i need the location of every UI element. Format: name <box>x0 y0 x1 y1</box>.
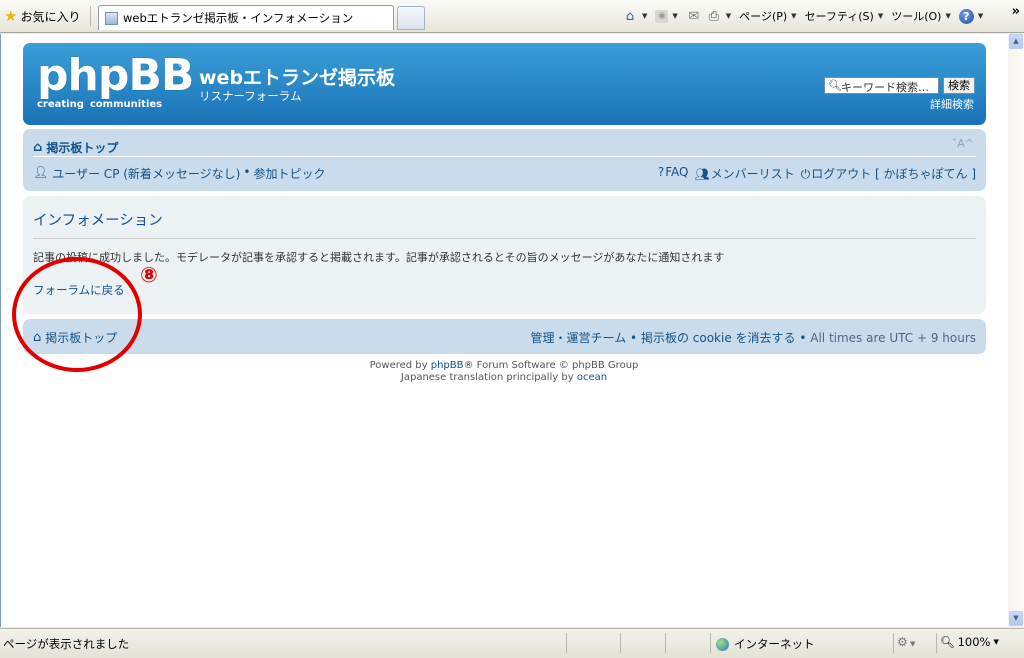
status-divider <box>665 633 666 653</box>
members-icon: 👥︎ <box>694 167 710 181</box>
zone-label: インターネット <box>734 637 815 651</box>
chevron-down-icon[interactable]: ▼ <box>978 12 983 20</box>
zoom-icon: 🔍︎ <box>940 635 955 649</box>
mail-icon[interactable]: ✉ <box>686 9 702 24</box>
logo-tag-communities: communities <box>89 99 163 110</box>
chevron-down-icon[interactable]: ▼ <box>672 12 677 20</box>
status-divider <box>620 633 621 653</box>
bullet: • <box>630 331 638 345</box>
browser-toolbar: ★ お気に入り webエトランゼ掲示板・インフォメーション ⌂ ▼ ◉ ▼ ✉ ⎙ ▼… <box>0 0 1024 33</box>
tab-title: webエトランゼ掲示板・インフォメーション <box>123 11 354 25</box>
chevron-down-icon[interactable]: ▼ <box>791 12 796 20</box>
vertical-scrollbar[interactable]: ▲ ▼ <box>1008 34 1024 627</box>
favorites-button[interactable]: ★ お気に入り <box>4 7 80 25</box>
safety-menu[interactable]: セーフティ(S) <box>805 8 874 24</box>
breadcrumb[interactable]: ⌂ 掲示板トップ <box>33 139 118 156</box>
logo-registered: ® <box>177 57 188 70</box>
page-icon <box>105 11 118 25</box>
home-icon[interactable]: ⌂ <box>622 9 638 24</box>
search-icon: 🔍︎ <box>828 79 842 92</box>
panel-message: 記事の投稿に成功しました。モデレータが記事を承認すると掲載されます。記事が承認さ… <box>33 251 725 264</box>
status-divider <box>893 633 894 653</box>
logo-tag-creating: creating <box>37 99 84 110</box>
zoom-level: 100% <box>957 635 991 649</box>
breadcrumb-home[interactable]: 掲示板トップ <box>46 139 118 156</box>
status-bar: ページが表示されました インターネット ⚙ ▼ 🔍︎ 100% ▼ <box>0 628 1024 658</box>
logo-text: phpBB <box>37 50 194 101</box>
command-bar: ⌂ ▼ ◉ ▼ ✉ ⎙ ▼ ページ(P) ▼ セーフティ(S) ▼ ツール(O) ▼ ? ▼ <box>622 7 987 25</box>
team-link[interactable]: 管理・運営チーム <box>531 331 627 345</box>
chevron-down-icon[interactable]: ▼ <box>642 12 647 20</box>
logout-icon: ⏻ <box>800 167 811 181</box>
site-description: リスナーフォーラム <box>199 89 302 103</box>
copyright-text: Powered by <box>369 360 431 371</box>
member-list-link[interactable]: メンバーリスト <box>711 167 795 181</box>
print-icon[interactable]: ⎙ <box>706 9 722 24</box>
page-menu[interactable]: ページ(P) <box>739 8 787 24</box>
bullet: • <box>799 331 807 345</box>
ocean-link[interactable]: ocean <box>577 372 607 383</box>
globe-icon <box>716 637 729 651</box>
copyright-line-1: Powered by phpBB® Forum Software © phpBB… <box>1 360 1007 372</box>
delete-cookies-link[interactable]: 掲示板の cookie を消去する <box>641 331 796 345</box>
star-icon: ★ <box>4 6 18 25</box>
breadcrumb-row: ⌂ 掲示板トップ ˇA^ <box>33 137 976 157</box>
user-icon: 👤︎ <box>33 165 49 179</box>
panel-title: インフォメーション <box>33 213 163 229</box>
feeds-icon[interactable]: ◉ <box>655 9 669 23</box>
footer-navbar: ⌂ 掲示板トップ 管理・運営チーム • 掲示板の cookie を消去する • … <box>23 319 986 354</box>
toolbar-separator <box>90 6 91 26</box>
faq-icon: ? <box>657 165 665 179</box>
timezone-text: All times are UTC + 9 hours <box>810 331 976 345</box>
chevron-down-icon[interactable]: ▼ <box>945 12 950 20</box>
protected-mode-icon[interactable]: ⚙ ▼ <box>897 635 915 649</box>
new-tab-button[interactable] <box>397 6 425 30</box>
user-cp-link[interactable]: ユーザー CP (新着メッセージなし) <box>52 165 240 182</box>
status-divider <box>710 633 711 653</box>
chevron-down-icon[interactable]: ▼ <box>878 12 883 20</box>
footer-links: 管理・運営チーム • 掲示板の cookie を消去する • All times… <box>531 329 976 346</box>
help-icon[interactable]: ? <box>958 8 974 24</box>
browser-tab[interactable]: webエトランゼ掲示板・インフォメーション <box>98 5 394 30</box>
logo-tagline: creating communities <box>37 99 168 110</box>
copyright-line-2: Japanese translation principally by ocea… <box>1 372 1007 384</box>
forum-header: phpBB ® creating communities webエトランゼ掲示板 … <box>23 43 986 125</box>
status-divider <box>936 633 937 653</box>
tools-menu[interactable]: ツール(O) <box>891 8 941 24</box>
phpbb-link[interactable]: phpBB <box>431 360 464 371</box>
navbar: ⌂ 掲示板トップ ˇA^ 👤︎ ユーザー CP (新着メッセージなし) • 参加… <box>23 129 986 191</box>
copyright: Powered by phpBB® Forum Software © phpBB… <box>1 360 1007 384</box>
favorites-label: お気に入り <box>20 9 81 24</box>
chevron-down-icon[interactable]: ▼ <box>726 12 731 20</box>
page-viewport: phpBB ® creating communities webエトランゼ掲示板 … <box>0 34 1008 627</box>
status-text: ページが表示されました <box>3 637 130 651</box>
zoom-control[interactable]: 🔍︎ 100% ▼ <box>940 635 999 649</box>
annotation-step-number: ⑧ <box>140 263 158 287</box>
translation-text: Japanese translation principally by <box>400 372 577 383</box>
scroll-up-arrow[interactable]: ▲ <box>1009 34 1023 49</box>
logout-link[interactable]: ログアウト [ かぼちゃぽてん ] <box>811 167 976 181</box>
search-placeholder: キーワード検索… <box>841 81 929 94</box>
status-divider <box>566 633 567 653</box>
participated-topics-link[interactable]: 参加トピック <box>253 165 325 182</box>
annotation-circle <box>12 257 142 372</box>
site-title: webエトランゼ掲示板 <box>199 67 396 89</box>
search-button[interactable]: 検索 <box>943 77 975 94</box>
advanced-search-link[interactable]: 詳細検索 <box>930 96 974 112</box>
search-input[interactable]: 🔍︎ キーワード検索… <box>824 77 939 94</box>
home-icon: ⌂ <box>33 139 43 155</box>
font-size-toggle[interactable]: ˇA^ <box>952 137 974 150</box>
security-zone[interactable]: インターネット <box>716 636 815 652</box>
more-commands-chevron[interactable]: » <box>1012 4 1020 19</box>
copyright-text: ® Forum Software © phpBB Group <box>463 360 639 371</box>
chevron-down-icon[interactable]: ▼ <box>994 638 999 646</box>
phpbb-logo[interactable]: phpBB ® creating communities <box>37 53 197 111</box>
information-panel: インフォメーション 記事の投稿に成功しました。モデレータが記事を承認すると掲載さ… <box>23 196 986 314</box>
user-links-row: 👤︎ ユーザー CP (新着メッセージなし) • 参加トピック ?FAQ 👥︎メ… <box>33 165 976 183</box>
bullet: • <box>243 165 251 179</box>
divider <box>33 238 976 239</box>
scroll-down-arrow[interactable]: ▼ <box>1009 611 1023 626</box>
faq-link[interactable]: FAQ <box>665 165 688 179</box>
